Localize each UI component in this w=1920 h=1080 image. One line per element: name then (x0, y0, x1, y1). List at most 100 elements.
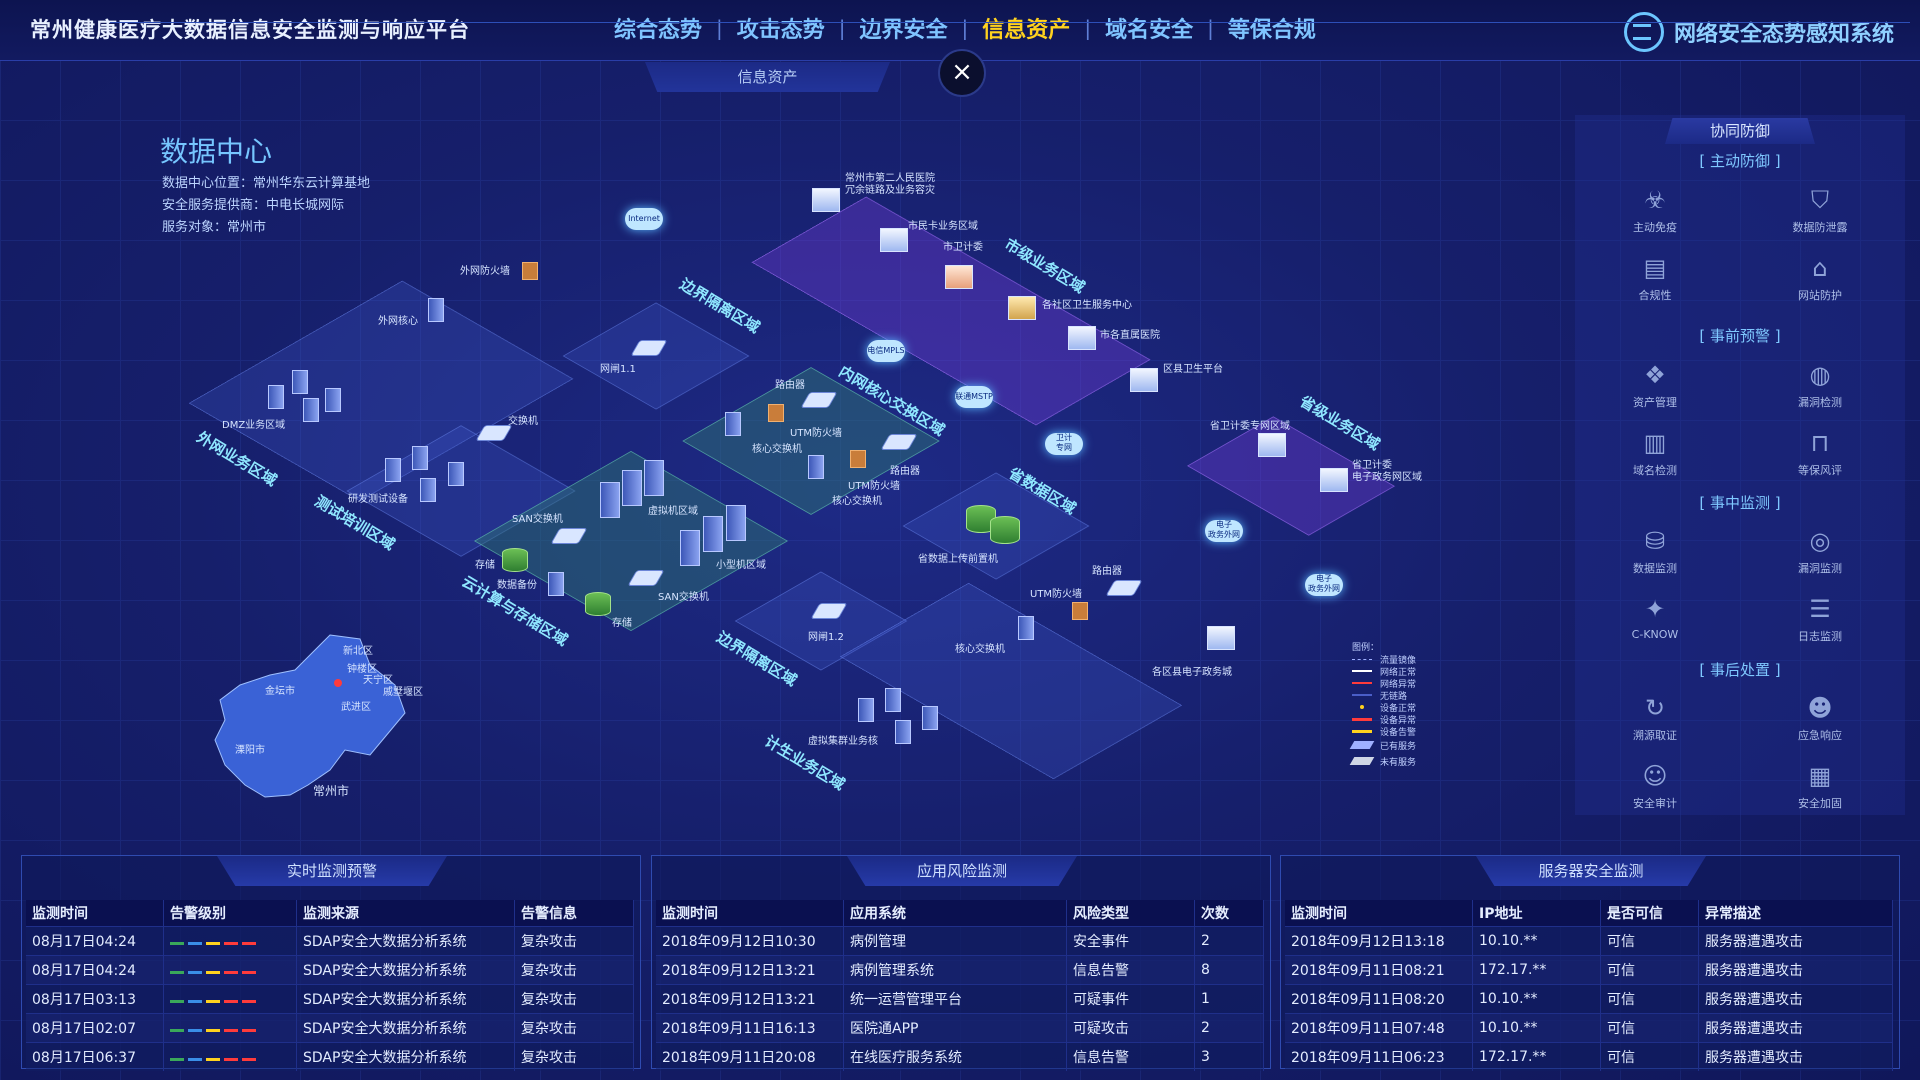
defense-item[interactable]: ⊓ 等保风评 (1760, 428, 1880, 478)
server-icon[interactable] (420, 478, 436, 502)
server-icon[interactable] (448, 462, 464, 486)
server-rack-icon[interactable] (644, 460, 664, 496)
map-district-label: 戚墅堰区 (383, 687, 423, 698)
node-label: 路由器 (890, 466, 920, 477)
server-icon[interactable] (268, 385, 284, 409)
hospital-building-icon[interactable] (812, 188, 840, 212)
table-row[interactable]: 2018年09月12日13:18 10.10.** 可信 服务器遭遇攻击 (1285, 926, 1893, 956)
node-label: 存储 (475, 560, 495, 571)
defense-item[interactable]: ☰ 日志监测 (1760, 594, 1880, 644)
nav-separator: | (838, 16, 846, 40)
tab-compliance[interactable]: 等保合规 (1214, 12, 1330, 44)
server-icon[interactable] (895, 720, 911, 744)
building-icon[interactable] (1258, 433, 1286, 457)
column-header: 监测时间 (1285, 900, 1473, 927)
network-cloud-icon[interactable]: 联通MSTP (955, 386, 993, 408)
nav-separator: | (1084, 16, 1092, 40)
network-cloud-icon[interactable]: 卫计 专网 (1045, 433, 1083, 455)
network-cloud-icon[interactable]: 电子 政务外网 (1305, 574, 1343, 596)
defense-item[interactable]: ✦ C-KNOW (1595, 594, 1715, 641)
table-row[interactable]: 2018年09月11日16:13 医院通APP 可疑攻击 2 (656, 1013, 1264, 1043)
backup-server-icon[interactable] (548, 572, 564, 596)
server-icon[interactable] (922, 706, 938, 730)
defense-item[interactable]: ▦ 安全加固 (1760, 761, 1880, 811)
tab-overview[interactable]: 综合态势 (600, 12, 716, 44)
table-row[interactable]: 08月17日02:07 SDAP安全大数据分析系统 复杂攻击 (26, 1013, 634, 1043)
firewall-icon[interactable] (850, 450, 866, 468)
defense-item[interactable]: ⌂ 网站防护 (1760, 253, 1880, 303)
building-icon[interactable] (1130, 368, 1158, 392)
table-row[interactable]: 2018年09月11日20:08 在线医疗服务系统 信息告警 3 (656, 1042, 1264, 1071)
node-label: 数据备份 (497, 580, 537, 591)
table-row[interactable]: 08月17日04:24 SDAP安全大数据分析系统 复杂攻击 (26, 926, 634, 956)
tab-border[interactable]: 边界安全 (846, 12, 962, 44)
defense-item[interactable]: ◍ 漏洞检测 (1760, 360, 1880, 410)
hospital-building-icon[interactable] (1068, 326, 1096, 350)
tab-info-assets[interactable]: 信息资产 (968, 12, 1084, 44)
nav-separator: | (716, 16, 723, 40)
core-switch-icon[interactable] (428, 298, 444, 322)
legend-item: 设备告警 (1352, 725, 1416, 738)
building-icon[interactable] (1320, 468, 1348, 492)
government-building-icon[interactable] (945, 265, 973, 289)
defense-item[interactable]: ◎ 漏洞监测 (1760, 526, 1880, 576)
defense-item[interactable]: ▥ 域名检测 (1595, 428, 1715, 478)
brand: 网络安全态势感知系统 (1623, 12, 1894, 52)
defense-item[interactable]: ▤ 合规性 (1595, 253, 1715, 303)
network-cloud-icon[interactable]: 电信MPLS (867, 340, 905, 362)
building-icon[interactable] (880, 228, 908, 252)
defense-item[interactable]: ⛁ 数据监测 (1595, 526, 1715, 576)
server-rack-icon[interactable] (680, 530, 700, 566)
network-cloud-icon[interactable]: 电子 政务外网 (1205, 520, 1243, 542)
server-icon[interactable] (303, 398, 319, 422)
firewall-icon[interactable] (522, 262, 538, 280)
firewall-icon[interactable] (1072, 602, 1088, 620)
building-icon[interactable] (1207, 626, 1235, 650)
internet-cloud-icon[interactable]: Internet (625, 208, 663, 230)
firewall-icon[interactable] (768, 404, 784, 422)
table-row[interactable]: 08月17日06:37 SDAP安全大数据分析系统 复杂攻击 (26, 1042, 634, 1071)
defense-item[interactable]: ☻ 应急响应 (1760, 693, 1880, 743)
table-row[interactable]: 2018年09月11日08:20 10.10.** 可信 服务器遭遇攻击 (1285, 984, 1893, 1014)
server-icon[interactable] (885, 688, 901, 712)
defense-item[interactable]: ❖ 资产管理 (1595, 360, 1715, 410)
server-rack-icon[interactable] (726, 505, 746, 541)
map-district-label: 新北区 (343, 646, 373, 657)
table-row[interactable]: 2018年09月11日07:48 10.10.** 可信 服务器遭遇攻击 (1285, 1013, 1893, 1043)
table-row[interactable]: 2018年09月12日13:21 病例管理系统 信息告警 8 (656, 955, 1264, 985)
storage-icon[interactable] (502, 548, 528, 572)
defense-item[interactable]: ☺ 安全审计 (1595, 761, 1715, 811)
core-switch-icon[interactable] (725, 412, 741, 436)
node-label: 交换机 (508, 416, 538, 427)
server-rack-icon[interactable] (703, 516, 723, 552)
defense-item[interactable]: ☣ 主动免疫 (1595, 185, 1715, 235)
clinic-building-icon[interactable] (1008, 296, 1036, 320)
server-rack-icon[interactable] (600, 482, 620, 518)
tab-attack[interactable]: 攻击态势 (723, 12, 839, 44)
core-switch-icon[interactable] (808, 455, 824, 479)
bricks-icon: ▦ (1808, 762, 1832, 790)
map-city-label: 常州市 (313, 784, 350, 798)
table-row[interactable]: 2018年09月11日08:21 172.17.** 可信 服务器遭遇攻击 (1285, 955, 1893, 985)
table-row[interactable]: 2018年09月11日06:23 172.17.** 可信 服务器遭遇攻击 (1285, 1042, 1893, 1071)
table-row[interactable]: 08月17日04:24 SDAP安全大数据分析系统 复杂攻击 (26, 955, 634, 985)
database-icon[interactable] (990, 516, 1020, 544)
defense-item[interactable]: ⛉ 数据防泄露 (1760, 185, 1880, 235)
node-label: 路由器 (1092, 566, 1122, 577)
app-risk-table: 监测时间 应用系统 风险类型 次数 2018年09月12日10:30 病例管理 安全… (656, 900, 1264, 1071)
server-icon[interactable] (858, 698, 874, 722)
server-rack-icon[interactable] (622, 470, 642, 506)
table-row[interactable]: 2018年09月12日13:21 统一运营管理平台 可疑事件 1 (656, 984, 1264, 1014)
server-icon[interactable] (385, 458, 401, 482)
storage-icon[interactable] (585, 592, 611, 616)
server-icon[interactable] (325, 388, 341, 412)
core-switch-icon[interactable] (1018, 616, 1034, 640)
tab-domain[interactable]: 域名安全 (1091, 12, 1207, 44)
table-row[interactable]: 08月17日03:13 SDAP安全大数据分析系统 复杂攻击 (26, 984, 634, 1014)
server-icon[interactable] (412, 446, 428, 470)
server-icon[interactable] (292, 370, 308, 394)
legend-item: 网络异常 (1352, 677, 1416, 690)
defense-item[interactable]: ↻ 溯源取证 (1595, 693, 1715, 743)
close-button[interactable]: × (938, 49, 986, 97)
table-row[interactable]: 2018年09月12日10:30 病例管理 安全事件 2 (656, 926, 1264, 956)
